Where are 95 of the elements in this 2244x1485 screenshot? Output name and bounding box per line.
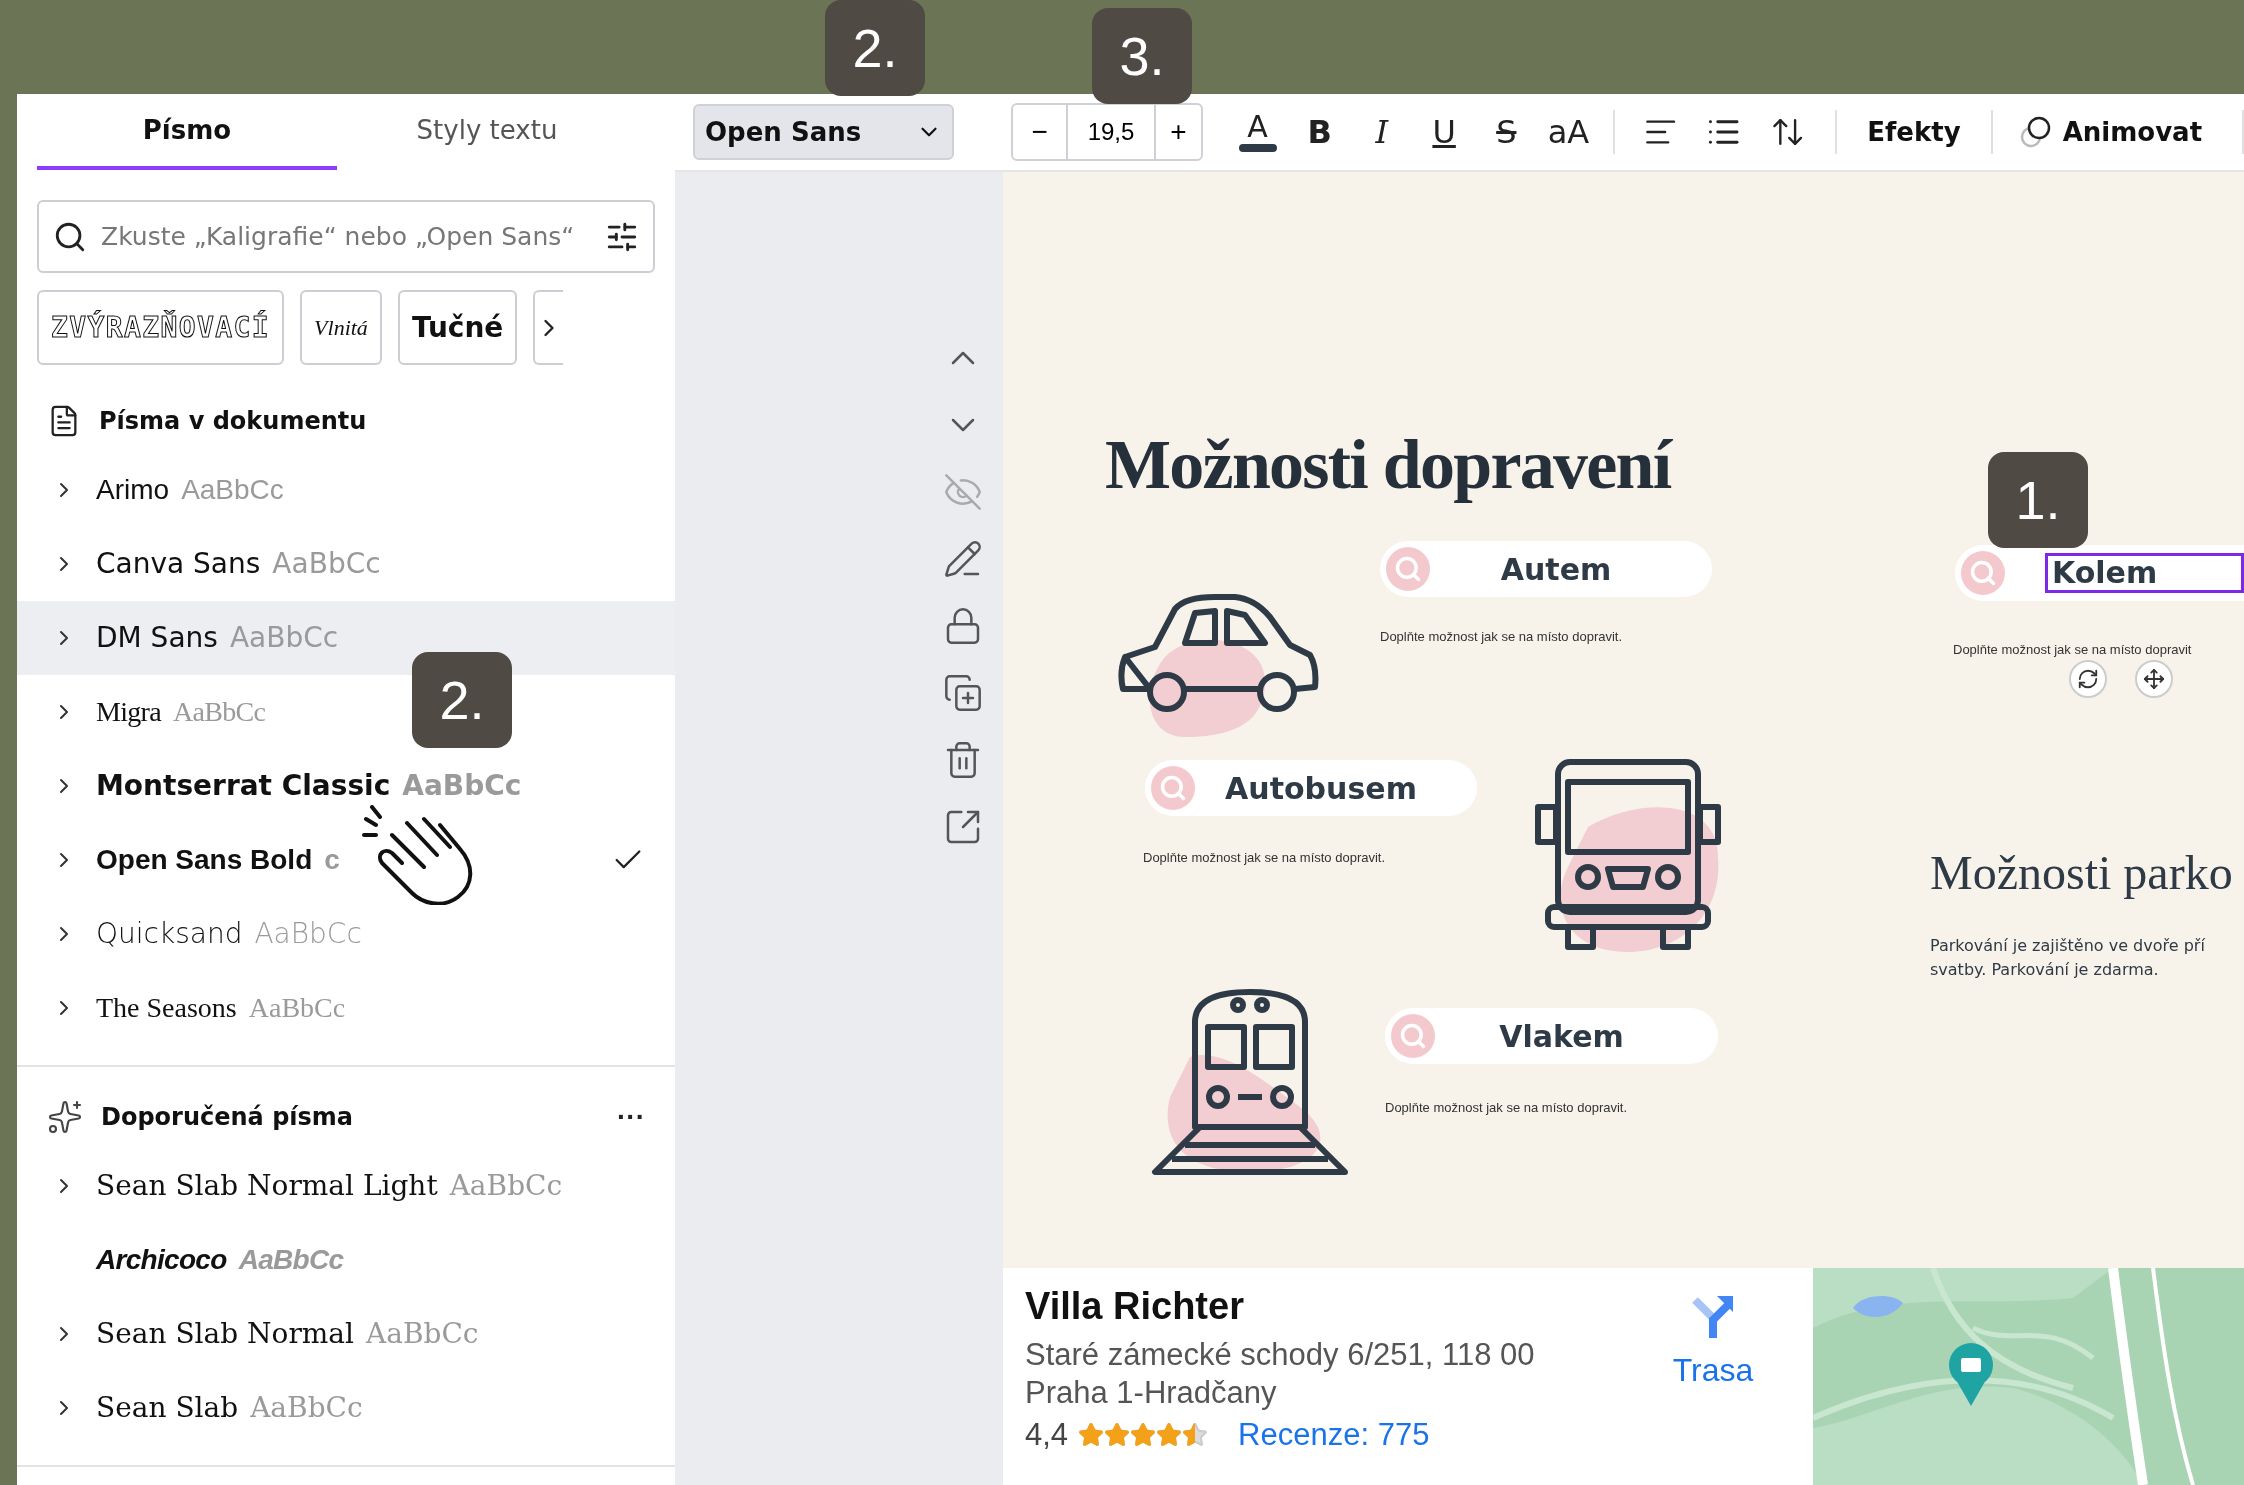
step-tooltip: 3. [1092,8,1192,104]
font-name: Arimo [96,473,170,507]
tab[interactable]: Písmo [37,94,337,170]
option-label[interactable]: Kolem [2045,553,2244,593]
bold-button[interactable]: B [1295,108,1345,156]
parking-text: Parkování je zajištěno ve dvoře pří svatby. Parkování je zdarma. [1930,935,2205,981]
font-name: Canva Sans [96,546,261,582]
section-title: Doporučená písma [101,1102,354,1133]
section-title: Písma v dokumentu [99,406,367,437]
letter-case-button[interactable]: aA [1543,108,1594,156]
sparkle-icon [47,1099,83,1135]
option-description: Doplňte možnost jak se na místo dopravit. [1143,849,1386,867]
step-tooltip: 2. [412,652,512,748]
font-sample: AaBbCc [172,695,266,729]
font-name: Sean Slab Normal Light [96,1168,438,1204]
font-name: Migra [96,695,161,729]
duplicate-icon[interactable] [943,673,983,713]
font-sample: AaBbCc [366,1316,479,1352]
search-icon [1391,1014,1435,1058]
font-sample: AaBbCc [272,546,381,582]
star-icon [1104,1422,1131,1448]
rating-value: 4,4 [1025,1416,1069,1454]
font-sample: AaBbCc [181,473,284,507]
option-label: Autobusem [1224,769,1418,808]
increase-button[interactable]: + [1155,105,1201,159]
circles-icon [2018,115,2053,149]
tab[interactable]: Styly textu [337,94,637,170]
option-label: Vlakem [1498,1017,1625,1056]
italic-button[interactable]: I [1357,108,1407,156]
option-label: Autem [1499,550,1613,589]
style-chip[interactable]: ZVÝRAZŇOVACÍ [37,290,285,365]
font-name: Sean Slab [96,1390,239,1426]
edit-icon[interactable] [943,539,983,579]
star-icon [1130,1422,1157,1448]
search-input[interactable]: Zkuste „Kaligrafie“ nebo „Open Sans“ [101,217,591,256]
search-icon [1961,551,2005,595]
font-sample: AaBbCc [238,1243,344,1277]
option-description: Doplňte možnost jak se na místo dopravit. [1385,1099,1628,1117]
font-item[interactable]: Archicoco AaBbCc [17,1223,374,1297]
reviews-link[interactable]: Recenze: 775 [1238,1416,1430,1454]
star-icon [1182,1422,1209,1448]
rotate-button[interactable] [2069,660,2107,698]
effects-button[interactable]: Efekty [1867,112,1961,152]
text-color-button[interactable]: A [1232,112,1283,152]
design-title: Možnosti dopravení [1105,425,1671,505]
rotate-icon [2077,668,2099,690]
font-sample: c [324,843,340,877]
star-icon [1156,1422,1183,1448]
font-item[interactable]: Quicksand AaBbCc [17,897,392,971]
more-button[interactable]: ··· [617,1096,645,1138]
star-icon [1078,1422,1105,1448]
font-item[interactable]: Sean Slab Normal AaBbCc [17,1297,509,1371]
font-select[interactable]: Open Sans [693,104,955,160]
font-item[interactable]: Montserrat Classic AaBbCc [17,749,552,823]
directions-button[interactable]: Trasa [1653,1292,1773,1394]
font-sample: AaBbCc [250,1390,363,1426]
font-item[interactable]: Sean Slab Normal Light AaBbCc [17,1149,593,1223]
place-address: Staré zámecké schody 6/251, 118 00 Praha 1-Hradčany [1025,1336,1536,1412]
style-chip[interactable]: Vlnitá [300,290,382,365]
font-sample: AaBbCc [402,768,522,804]
font-item[interactable]: Sean Slab AaBbCc [17,1371,393,1445]
step-tooltip: 1. [1988,452,2088,548]
font-sample: AaBbCc [248,991,346,1025]
font-sample: AaBbCc [449,1168,563,1204]
strikethrough-button[interactable]: S [1481,108,1531,156]
font-name: The Seasons [96,991,237,1025]
move-icon [2143,668,2165,690]
search-field[interactable]: Zkuste „Kaligrafie“ nebo „Open Sans“ [37,200,655,273]
font-sample: AaBbCc [229,620,339,656]
step-tooltip: 2. [825,0,925,96]
font-name: Quicksand [96,916,243,952]
option-description: Doplňte možnost jak se na místo dopravit [1953,641,2192,659]
font-item[interactable]: DM Sans AaBbCc [17,601,675,675]
search-icon [1386,547,1430,591]
parking-title: Možnosti parko [1930,845,2233,901]
animate-button[interactable]: Animovat [2018,112,2203,152]
option-description: Doplňte možnost jak se na místo dopravit. [1380,628,1623,646]
font-name: Archicoco [96,1243,227,1277]
font-name: Open Sans Bold [96,843,313,877]
decrease-button[interactable]: − [1013,105,1069,159]
font-name: Montserrat Classic [96,768,391,804]
font-item[interactable]: Canva Sans AaBbCc [17,527,411,601]
font-item[interactable]: Arimo AaBbCc [17,453,314,527]
font-sample: AaBbCc [254,916,362,952]
next-button[interactable] [533,290,564,365]
font-name: DM Sans [96,620,218,656]
underline-button[interactable]: U [1419,108,1469,156]
font-item[interactable]: Migra AaBbCc [17,675,296,749]
search-icon [1151,766,1195,810]
move-button[interactable] [2135,660,2173,698]
font-item[interactable]: Open Sans Bold c [17,823,675,897]
style-chip[interactable]: Tučné [397,290,518,365]
font-item[interactable]: The Seasons AaBbCc [17,971,376,1045]
font-name: Sean Slab Normal [96,1316,354,1352]
place-name: Villa Richter [1025,1284,1245,1329]
